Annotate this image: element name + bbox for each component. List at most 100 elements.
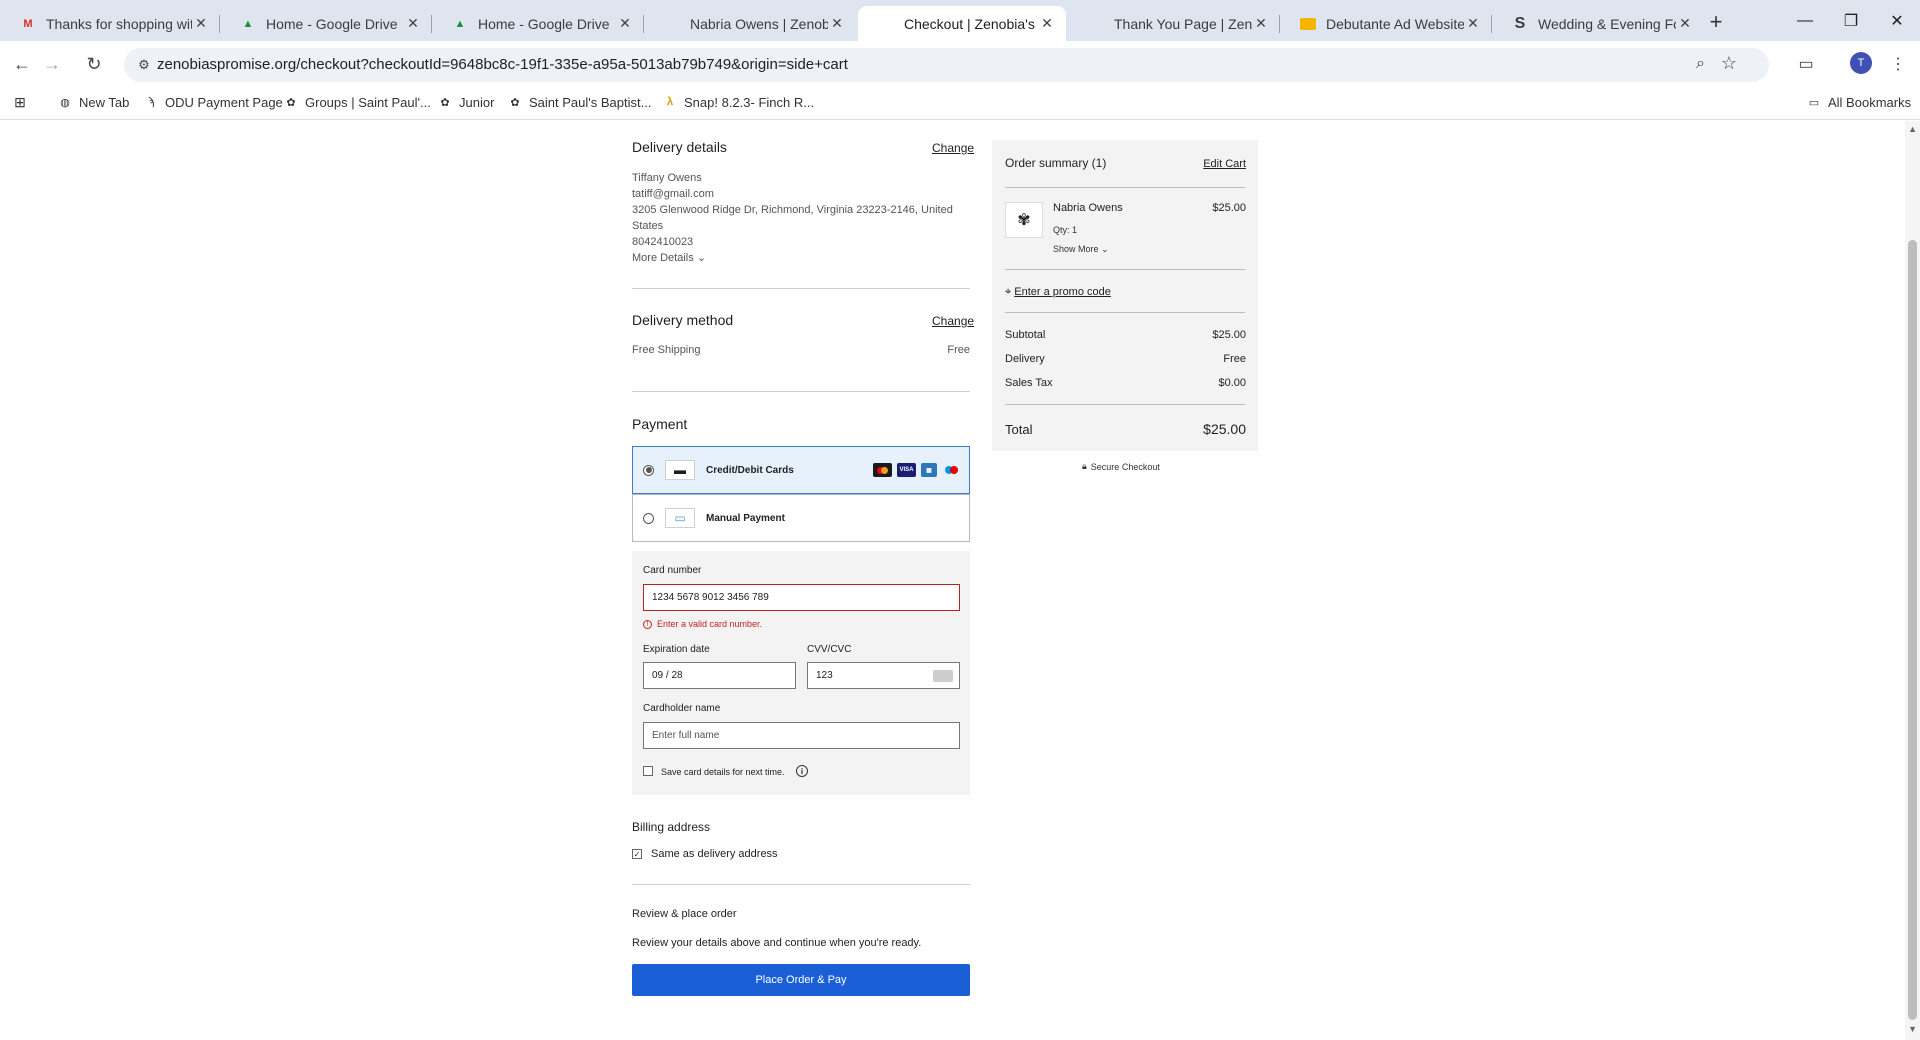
close-icon[interactable]: ✕ [828, 15, 846, 33]
menu-icon[interactable]: ⋮ [1886, 52, 1910, 76]
cvv-label: CVV/CVC [807, 644, 852, 655]
zoom-icon[interactable]: ⌕ [1696, 55, 1705, 73]
delivery-name: Tiffany Owens [632, 172, 702, 184]
save-card-label: Save card details for next time. [661, 767, 785, 777]
info-icon[interactable]: i [796, 765, 808, 777]
scrollbar-thumb[interactable] [1908, 240, 1917, 1020]
divider [632, 391, 970, 392]
place-order-button[interactable]: Place Order & Pay [632, 964, 970, 996]
delivery-value: Free [1223, 353, 1246, 365]
divider [1005, 312, 1245, 313]
same-as-delivery-label: Same as delivery address [651, 848, 778, 860]
bookmark-snap[interactable]: λ Snap! 8.2.3- Finch R... [662, 94, 814, 110]
tab-title: Nabria Owens | Zenobia's [690, 15, 828, 32]
close-icon[interactable]: ✕ [404, 15, 422, 33]
tab-wedding[interactable]: S Wedding & Evening Form ✕ [1492, 6, 1704, 41]
church-icon: ✿ [510, 96, 520, 109]
item-qty: Qty: 1 [1053, 225, 1078, 235]
tab-search-icon[interactable]: ▭ [1794, 52, 1818, 76]
divider [632, 288, 970, 289]
edit-cart-link[interactable]: Edit Cart [1203, 158, 1246, 170]
item-name: Nabria Owens [1053, 202, 1123, 214]
close-icon[interactable]: ✕ [1676, 15, 1694, 33]
url-text[interactable]: zenobiaspromise.org/checkout?checkoutId=… [157, 56, 848, 73]
bookmark-groups[interactable]: ✿ Groups | Saint Paul'... [283, 94, 430, 110]
tab-thank-you[interactable]: Thank You Page | Zenobia ✕ [1068, 6, 1280, 41]
site-icon [1088, 16, 1104, 32]
bookmark-label: New Tab [79, 94, 130, 110]
tab-gmail[interactable]: M Thanks for shopping with ✕ [0, 6, 220, 41]
radio-manual[interactable] [643, 512, 654, 524]
site-info-icon[interactable]: ⚙ [134, 55, 154, 75]
bookmark-junior[interactable]: ✿ Junior [437, 94, 494, 110]
tab-title: Debutante Ad Website Tra [1326, 15, 1464, 32]
close-icon[interactable]: ✕ [616, 15, 634, 33]
maestro-icon [942, 463, 961, 477]
delivery-details-heading: Delivery details [632, 139, 727, 155]
error-text: Enter a valid card number. [657, 619, 763, 629]
subtotal-label: Subtotal [1005, 329, 1046, 341]
gmail-icon: M [23, 17, 33, 30]
chevron-down-icon: ⌄ [696, 252, 707, 264]
tab-drive-1[interactable]: ▲ Home - Google Drive ✕ [220, 6, 432, 41]
save-card-checkbox[interactable] [643, 766, 653, 776]
tab-title: Home - Google Drive [266, 15, 398, 32]
more-details-label: More Details [632, 252, 694, 264]
bookmark-star-icon[interactable]: ☆ [1721, 53, 1737, 74]
tab-title: Thanks for shopping with [46, 15, 192, 32]
payment-option-manual[interactable]: ▭ Manual Payment [632, 494, 970, 542]
close-icon[interactable]: ✕ [1252, 15, 1270, 33]
cardholder-label: Cardholder name [643, 703, 721, 714]
card-number-error: ! Enter a valid card number. [643, 619, 762, 629]
subtotal-value: $25.00 [1212, 329, 1246, 341]
delivery-details-change-link[interactable]: Change [932, 141, 974, 155]
more-details-toggle[interactable]: More Details ⌄ [632, 250, 970, 266]
restore-icon[interactable]: ❐ [1828, 0, 1874, 41]
cardholder-input[interactable]: Enter full name [643, 722, 960, 749]
reload-icon[interactable]: ↻ [79, 50, 109, 78]
card-number-input[interactable]: 1234 5678 9012 3456 789 [643, 584, 960, 611]
payment-option-card[interactable]: ▬ Credit/Debit Cards VISA ▦ [632, 446, 970, 494]
close-icon[interactable]: ✕ [192, 15, 210, 33]
same-as-delivery-checkbox[interactable]: ✓ [632, 849, 642, 859]
all-bookmarks[interactable]: ▭ All Bookmarks [1806, 94, 1911, 110]
show-more-toggle[interactable]: Show More ⌄ [1053, 244, 1109, 255]
address-bar[interactable]: ⚙ zenobiaspromise.org/checkout?checkoutI… [124, 48, 1769, 82]
odu-icon: ϡ [147, 96, 155, 108]
window-close-icon[interactable]: ✕ [1874, 0, 1920, 41]
total-label: Total [1005, 422, 1033, 437]
bookmark-odu[interactable]: ϡ ODU Payment Page [143, 94, 283, 110]
site-icon [878, 16, 894, 32]
groups-icon: ✿ [286, 96, 296, 109]
bookmark-label: Junior [459, 94, 495, 110]
bookmark-new-tab[interactable]: ◍ New Tab [57, 94, 129, 110]
product-thumbnail: ✾ [1005, 202, 1043, 238]
radio-card[interactable] [643, 464, 654, 476]
scroll-up-icon[interactable]: ▲ [1908, 124, 1917, 134]
bookmark-saint-pauls[interactable]: ✿ Saint Paul's Baptist... [507, 94, 651, 110]
close-icon[interactable]: ✕ [1464, 15, 1482, 33]
delivery-method-change-link[interactable]: Change [932, 314, 974, 328]
lock-icon: 🔒︎ [1082, 461, 1087, 471]
apps-icon[interactable]: ⊞ [12, 94, 34, 110]
folder-icon: ▭ [1808, 96, 1820, 109]
tab-nabria[interactable]: Nabria Owens | Zenobia's ✕ [644, 6, 856, 41]
minimize-icon[interactable]: — [1782, 0, 1828, 41]
divider [632, 884, 970, 885]
tab-checkout[interactable]: Checkout | Zenobia's Prom ✕ [858, 6, 1066, 41]
scroll-down-icon[interactable]: ▼ [1908, 1024, 1917, 1034]
forward-icon[interactable]: → [37, 50, 67, 78]
bookmark-label: ODU Payment Page [165, 94, 283, 110]
expiration-input[interactable]: 09 / 28 [643, 662, 796, 689]
promo-link[interactable]: ⌖ Enter a promo code [1005, 286, 1111, 299]
avatar[interactable]: T [1850, 52, 1872, 74]
visa-icon: VISA [897, 463, 916, 477]
close-icon[interactable]: ✕ [1038, 15, 1056, 33]
tab-slides[interactable]: Debutante Ad Website Tra ✕ [1280, 6, 1492, 41]
cvv-input[interactable]: 123 [807, 662, 960, 689]
delivery-method-name: Free Shipping [632, 344, 701, 356]
bookmarks-bar: ⊞ ◍ New Tab ϡ ODU Payment Page ✿ Groups | S… [0, 86, 1920, 120]
tab-drive-2[interactable]: ▲ Home - Google Drive ✕ [432, 6, 644, 41]
new-tab-button[interactable]: + [1702, 8, 1730, 36]
back-icon[interactable]: ← [7, 50, 37, 78]
